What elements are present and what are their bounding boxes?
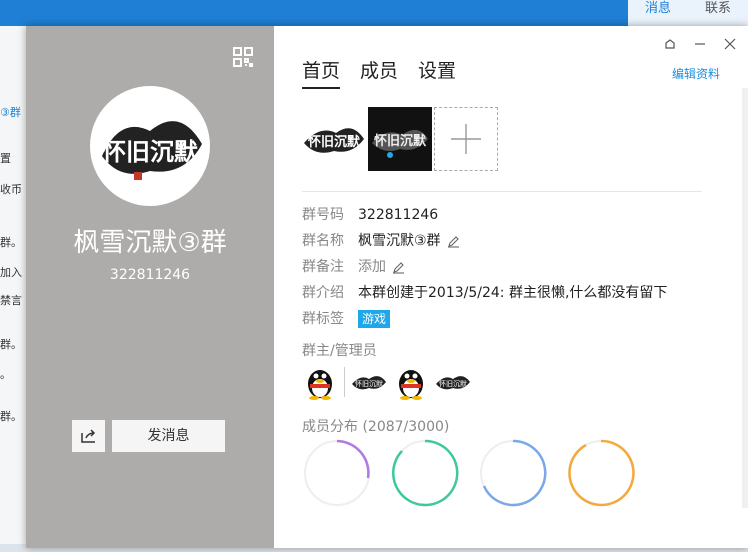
bg-tab-contacts[interactable]: 联系: [688, 0, 748, 22]
scrollbar[interactable]: [742, 88, 748, 508]
group-tag-badge[interactable]: 游戏: [358, 310, 391, 328]
group-avatar: 怀旧沉默: [90, 86, 210, 206]
info-row-number: 群号码 322811246: [302, 202, 667, 228]
admin-avatar[interactable]: 怀旧沉默: [435, 364, 471, 400]
group-photos: 怀旧沉默 怀旧沉默: [302, 107, 498, 171]
group-intro-value: 本群创建于2013/5/24: 群主很懒,什么都没有留下: [358, 285, 668, 301]
admin-list: 怀旧沉默 怀旧沉默: [302, 364, 471, 400]
info-row-intro: 群介绍 本群创建于2013/5/24: 群主很懒,什么都没有留下: [302, 280, 667, 306]
admin-avatar[interactable]: [302, 364, 338, 400]
penguin-icon: [308, 370, 332, 400]
members-heading: 成员分布 (2087/3000): [302, 419, 450, 435]
bg-item: 。: [0, 368, 11, 381]
group-name-value: 枫雪沉默③群: [358, 233, 441, 249]
info-row-name: 群名称 枫雪沉默③群: [302, 228, 667, 254]
edit-profile-link[interactable]: 编辑资料: [672, 65, 720, 82]
group-name-title: 枫雪沉默③群: [73, 228, 227, 258]
info-key: 群名称: [302, 233, 344, 249]
divider: [302, 191, 702, 192]
admin-logo-text: 怀旧沉默: [439, 379, 467, 388]
admin-logo-text: 怀旧沉默: [355, 379, 383, 388]
edit-pencil-icon[interactable]: [447, 235, 460, 248]
bg-item: 群。: [0, 236, 22, 249]
add-photo-button[interactable]: [434, 107, 498, 171]
distribution-ring[interactable]: [302, 438, 372, 508]
qr-code-icon[interactable]: [232, 46, 254, 68]
admin-avatar[interactable]: [393, 364, 429, 400]
admin-avatar[interactable]: 怀旧沉默: [351, 364, 387, 400]
info-row-tag: 群标签 游戏: [302, 306, 667, 332]
group-number-value: 322811246: [358, 207, 439, 223]
minimize-icon[interactable]: [692, 36, 708, 52]
bg-item: 置: [0, 152, 11, 165]
group-remark-value[interactable]: 添加: [358, 256, 386, 278]
bg-tab-messages[interactable]: 消息: [628, 0, 688, 22]
bg-item: 收币: [0, 183, 22, 196]
edit-pencil-icon[interactable]: [392, 261, 405, 274]
bg-item: 禁言: [0, 294, 22, 307]
distribution-ring[interactable]: [566, 438, 636, 508]
profile-tabs: 首页 成员 设置: [302, 56, 456, 89]
distribution-ring[interactable]: [390, 438, 460, 508]
background-chat-list: ③群 置 收币 群。 加入 禁言 群。 。 群。: [0, 26, 28, 552]
tab-home[interactable]: 首页: [302, 56, 341, 89]
group-id: 322811246: [109, 267, 191, 283]
bg-item: 群。: [0, 410, 22, 423]
member-distribution: [302, 438, 636, 508]
info-key: 群备注: [302, 259, 344, 275]
window-controls: [662, 36, 738, 52]
profile-sidebar: 怀旧沉默 枫雪沉默③群 322811246 发消息: [26, 26, 274, 548]
share-button[interactable]: [72, 420, 105, 452]
bg-item: 加入: [0, 266, 22, 279]
photo-logo-text: 怀旧沉默: [308, 134, 361, 150]
skin-icon[interactable]: [662, 36, 678, 52]
avatar-logo-text: 怀旧沉默: [102, 137, 199, 166]
distribution-ring[interactable]: [478, 438, 548, 508]
group-info: 群号码 322811246 群名称 枫雪沉默③群 群备注 添加 群介绍 本群创建…: [302, 202, 667, 332]
close-icon[interactable]: [722, 36, 738, 52]
penguin-icon: [399, 370, 423, 400]
info-key: 群号码: [302, 207, 344, 223]
info-key: 群标签: [302, 311, 344, 327]
group-photo[interactable]: 怀旧沉默: [302, 107, 366, 171]
tab-members[interactable]: 成员: [360, 56, 398, 89]
admins-heading: 群主/管理员: [302, 343, 377, 359]
photo-logo-text: 怀旧沉默: [374, 133, 427, 149]
send-message-button[interactable]: 发消息: [112, 420, 225, 452]
group-profile-window: 怀旧沉默 枫雪沉默③群 322811246 发消息 首页 成员 设置 编辑资料 …: [26, 26, 748, 548]
tab-settings[interactable]: 设置: [418, 56, 456, 89]
info-key: 群介绍: [302, 285, 344, 301]
group-photo[interactable]: 怀旧沉默: [368, 107, 432, 171]
info-row-remark: 群备注 添加: [302, 254, 667, 280]
admin-separator: [344, 367, 345, 397]
background-tabs: 消息 联系: [628, 0, 748, 22]
bg-item: 群。: [0, 338, 22, 351]
plus-icon: [451, 124, 481, 154]
bg-item: ③群: [0, 106, 21, 119]
share-icon: [80, 429, 95, 443]
profile-main: 首页 成员 设置 编辑资料 怀旧沉默 怀旧沉默 群号码 322811246 群名…: [274, 26, 748, 548]
